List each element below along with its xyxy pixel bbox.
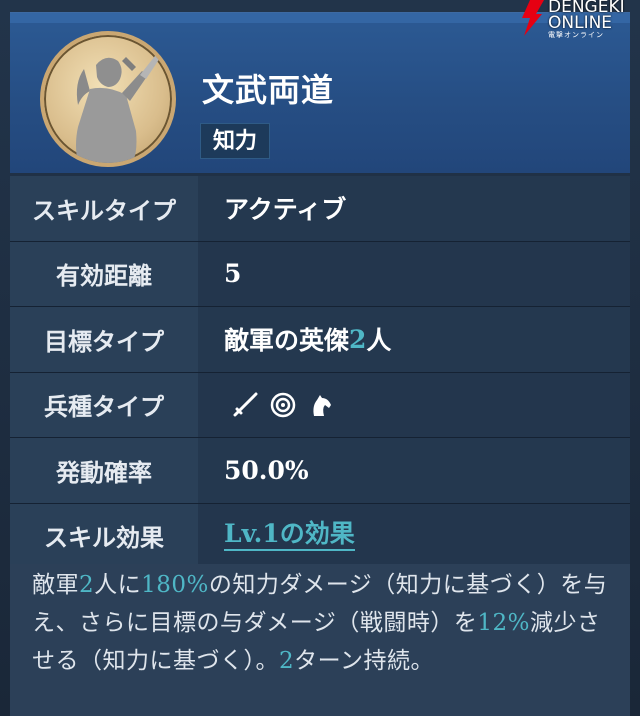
warrior-silhouette-icon [76,47,166,163]
target-icon [270,392,296,418]
target-text: 敵軍の英傑 [224,326,350,356]
attribute-row-activation-rate: 発動確率 50.0% [10,438,630,504]
dengeki-online-logo: DENGEKI ONLINE 電撃オンライン [520,0,640,39]
attribute-row-target-type: 目標タイプ 敵軍の英傑 2 人 [10,307,630,373]
skill-effect-link[interactable]: Lv.1の効果 [224,520,355,552]
attribute-value: アクティブ [224,195,347,225]
target-unit: 人 [366,326,392,356]
skill-card: 文武両道 知力 DENGEKI ONLINE 電撃オンライン スキルタイプ アク… [0,0,640,716]
skill-portrait [40,31,176,167]
attribute-row-unit-type: 兵種タイプ [10,372,630,438]
unit-type-icons [224,373,334,438]
attribute-label: 発動確率 [10,438,198,503]
attribute-label: 有効距離 [10,241,198,306]
attribute-value: 5 [224,259,242,289]
skill-attributes-table: スキルタイプ アクティブ 有効距離 5 目標タイプ 敵軍の英傑 2 人 兵種タイプ [10,176,630,569]
logo-text-japanese: 電撃オンライン [548,31,604,39]
sword-icon [232,392,258,418]
horse-icon [308,392,334,418]
attribute-label: スキルタイプ [10,176,198,241]
attribute-row-skill-type: スキルタイプ アクティブ [10,176,630,242]
attribute-label: スキル効果 [10,503,198,568]
attribute-row-range: 有効距離 5 [10,241,630,307]
skill-name: 文武両道 [202,71,335,109]
attribute-value: 敵軍の英傑 2 人 [224,307,391,372]
attribute-row-skill-effect: スキル効果 Lv.1の効果 [10,503,630,569]
attribute-label: 目標タイプ [10,307,198,372]
attribute-label: 兵種タイプ [10,372,198,437]
skill-description: 敵軍2人に180%の知力ダメージ（知力に基づく）を与え、さらに目標の与ダメージ（… [10,564,630,716]
skill-effect-value: Lv.1の効果 [224,504,355,569]
activation-rate-value: 50.0% [224,455,309,485]
skill-category-badge: 知力 [200,123,271,159]
skill-description-text: 敵軍2人に180%の知力ダメージ（知力に基づく）を与え、さらに目標の与ダメージ（… [32,572,608,674]
lightning-logo-icon [522,0,544,36]
target-count: 2 [349,324,367,354]
